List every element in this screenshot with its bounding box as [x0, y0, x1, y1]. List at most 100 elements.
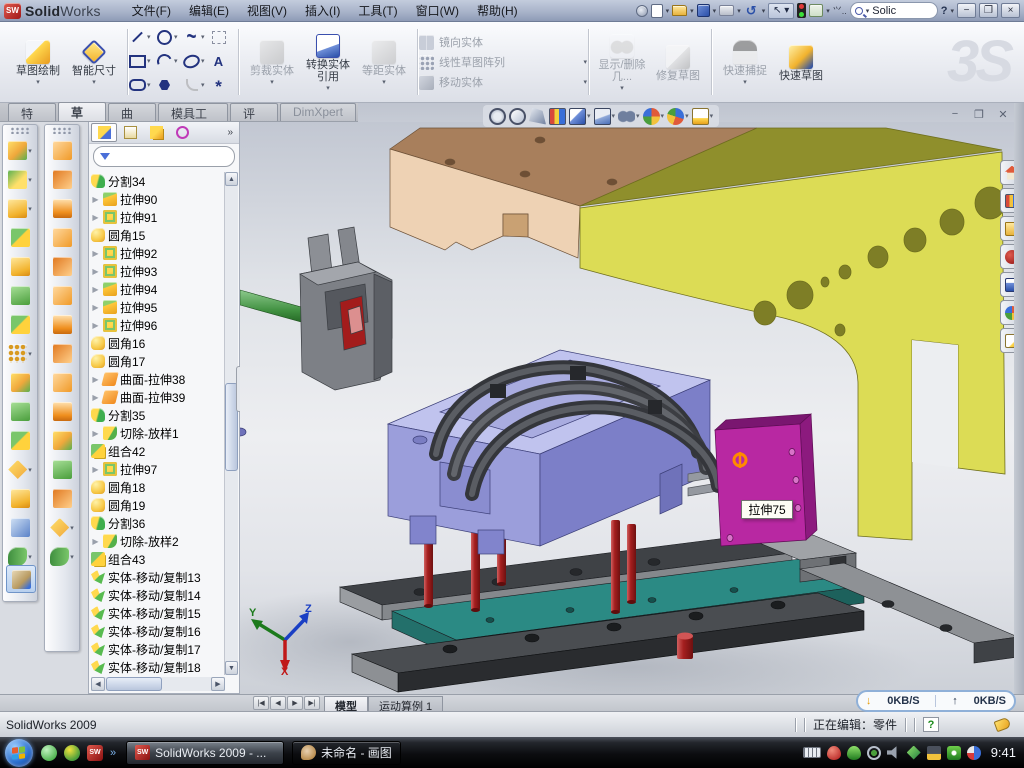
tree-item[interactable]: ▶ 拉伸91 — [91, 208, 223, 226]
sketch-entity-button[interactable] — [156, 77, 183, 94]
expand-arrow-icon[interactable]: ▶ — [91, 249, 100, 258]
toolbar-button[interactable] — [3, 513, 37, 542]
toolbar-button[interactable] — [45, 484, 79, 513]
quick-launch-chevron[interactable]: » — [110, 747, 116, 759]
toolbar-button[interactable] — [45, 397, 79, 426]
menu-item[interactable]: 窗口(W) — [407, 0, 468, 21]
command-tab[interactable]: DimXpert — [280, 103, 356, 121]
toolbar-grip[interactable] — [52, 127, 72, 134]
expand-arrow-icon[interactable]: ▶ — [91, 195, 100, 204]
doc-close-button[interactable]: ✕ — [993, 106, 1013, 122]
expand-arrow-icon[interactable]: ▶ — [91, 375, 100, 384]
ribbon-button[interactable]: 智能尺寸 ▾ — [67, 38, 121, 86]
toolbar-button[interactable] — [45, 252, 79, 281]
tree-horizontal-scrollbar[interactable]: ◀ ▶ — [91, 677, 225, 691]
view-tool-button[interactable]: ▾ — [569, 108, 591, 125]
tree-item[interactable]: 组合43 — [91, 550, 223, 568]
ime-indicator[interactable]: ⺍.. — [833, 4, 847, 17]
toolbar-button[interactable] — [45, 165, 79, 194]
dropdown-arrow-icon[interactable]: ▾ — [583, 58, 587, 66]
messenger-icon[interactable] — [41, 745, 57, 761]
print-dropdown[interactable]: ▾ — [737, 7, 741, 15]
toolbar-button[interactable]: ▾ — [3, 165, 37, 194]
tree-item[interactable]: 圆角16 — [91, 334, 223, 352]
scroll-right-icon[interactable]: ▶ — [211, 677, 225, 691]
dropdown-arrow-icon[interactable]: ▾ — [201, 81, 205, 89]
undo-icon[interactable]: ↺ — [744, 3, 759, 19]
tree-filter-box[interactable] — [93, 146, 235, 167]
view-tool-button[interactable]: ▾ — [692, 108, 714, 125]
dropdown-arrow-icon[interactable]: ▾ — [710, 112, 714, 120]
dropdown-arrow-icon[interactable]: ▾ — [382, 78, 386, 86]
ribbon-button[interactable]: 修复草图 — [651, 43, 705, 82]
tree-item[interactable]: 分割36 — [91, 514, 223, 532]
ribbon-button[interactable]: 等距实体 ▾ — [357, 38, 411, 86]
tab-model[interactable]: 模型 — [324, 696, 368, 711]
dropdown-arrow-icon[interactable]: ▾ — [201, 33, 205, 41]
dropdown-arrow-icon[interactable]: ▾ — [70, 524, 74, 532]
expand-arrow-icon[interactable]: ▶ — [91, 465, 100, 474]
sketch-entity-button[interactable]: ▾ — [129, 77, 156, 94]
panel-chevron[interactable]: » — [227, 127, 237, 138]
view-tool-button[interactable] — [489, 108, 506, 125]
tree-item[interactable]: ▶ 拉伸96 — [91, 316, 223, 334]
tree-item[interactable]: 组合42 — [91, 442, 223, 460]
restore-button[interactable]: ❐ — [979, 3, 998, 18]
sketch-entity-button[interactable]: ▾ — [156, 29, 183, 46]
menu-item[interactable]: 帮助(H) — [468, 0, 527, 21]
keyboard-layout-icon[interactable] — [803, 747, 821, 758]
dropdown-arrow-icon[interactable]: ▾ — [28, 466, 32, 474]
command-tab[interactable]: 评估 — [230, 103, 278, 121]
tree-item[interactable]: 分割34 — [91, 172, 223, 190]
expand-arrow-icon[interactable]: ▶ — [91, 267, 100, 276]
toolbar-button[interactable] — [45, 136, 79, 165]
command-tab[interactable]: 特征 — [8, 103, 56, 121]
tab-feature-manager[interactable] — [91, 123, 117, 142]
tree-item[interactable]: 实体-移动/复制15 — [91, 604, 223, 622]
dropdown-arrow-icon[interactable]: ▾ — [92, 78, 96, 86]
doc-restore-button[interactable]: ❐ — [969, 106, 989, 122]
taskbar-clock[interactable]: 9:41 — [987, 745, 1016, 760]
dropdown-arrow-icon[interactable]: ▾ — [612, 112, 616, 120]
dropdown-arrow-icon[interactable]: ▾ — [70, 553, 74, 561]
taskbar-task-button[interactable]: 未命名 - 画图 — [292, 741, 401, 765]
scrollbar-thumb[interactable] — [106, 677, 162, 691]
new-dropdown[interactable]: ▾ — [666, 7, 670, 15]
tree-vertical-scrollbar[interactable]: ▲ ▼ — [224, 172, 238, 675]
tab-motion-study[interactable]: 运动算例 1 — [368, 696, 443, 711]
toolbar-button[interactable] — [45, 281, 79, 310]
sketch-entity-button[interactable]: ▾ — [129, 29, 156, 46]
sketch-entity-button[interactable] — [210, 53, 237, 70]
ribbon-button[interactable]: 显示/删除几... ▾ — [595, 32, 649, 92]
tree-item[interactable]: 分割35 — [91, 406, 223, 424]
sketch-entity-button[interactable]: ▾ — [129, 53, 156, 70]
tree-item[interactable]: 圆角17 — [91, 352, 223, 370]
dropdown-arrow-icon[interactable]: ▾ — [326, 84, 330, 92]
tree-item[interactable]: 圆角19 — [91, 496, 223, 514]
expand-arrow-icon[interactable]: ▶ — [91, 213, 100, 222]
new-document-icon[interactable] — [651, 4, 663, 18]
expand-arrow-icon[interactable]: ▶ — [91, 537, 100, 546]
sketch-entity-button[interactable]: ▾ — [156, 53, 183, 70]
tree-item[interactable]: 实体-移动/复制14 — [91, 586, 223, 604]
dropdown-arrow-icon[interactable]: ▾ — [587, 112, 591, 120]
tray-icon[interactable] — [867, 746, 881, 760]
toolbar-button[interactable] — [45, 368, 79, 397]
toolbar-button[interactable] — [3, 223, 37, 252]
print-icon[interactable] — [719, 5, 734, 16]
tray-icon[interactable] — [827, 746, 841, 760]
toolbar-button[interactable] — [45, 455, 79, 484]
quick-tips-icon[interactable]: ? — [923, 717, 939, 732]
menu-item[interactable]: 视图(V) — [238, 0, 296, 21]
tag-icon[interactable] — [994, 717, 1012, 732]
options-list-icon[interactable] — [809, 4, 823, 17]
tab-property-manager[interactable] — [117, 123, 143, 142]
tree-item[interactable]: 实体-移动/复制17 — [91, 640, 223, 658]
scroll-down-icon[interactable]: ▼ — [225, 661, 238, 675]
scroll-up-icon[interactable]: ▲ — [225, 172, 238, 186]
help-button[interactable]: ? — [941, 5, 948, 17]
dropdown-arrow-icon[interactable]: ▾ — [28, 147, 32, 155]
toolbar-button[interactable] — [45, 339, 79, 368]
sheet-nav-button[interactable]: ▶| — [304, 696, 320, 710]
tree-item[interactable]: ▶ 拉伸90 — [91, 190, 223, 208]
